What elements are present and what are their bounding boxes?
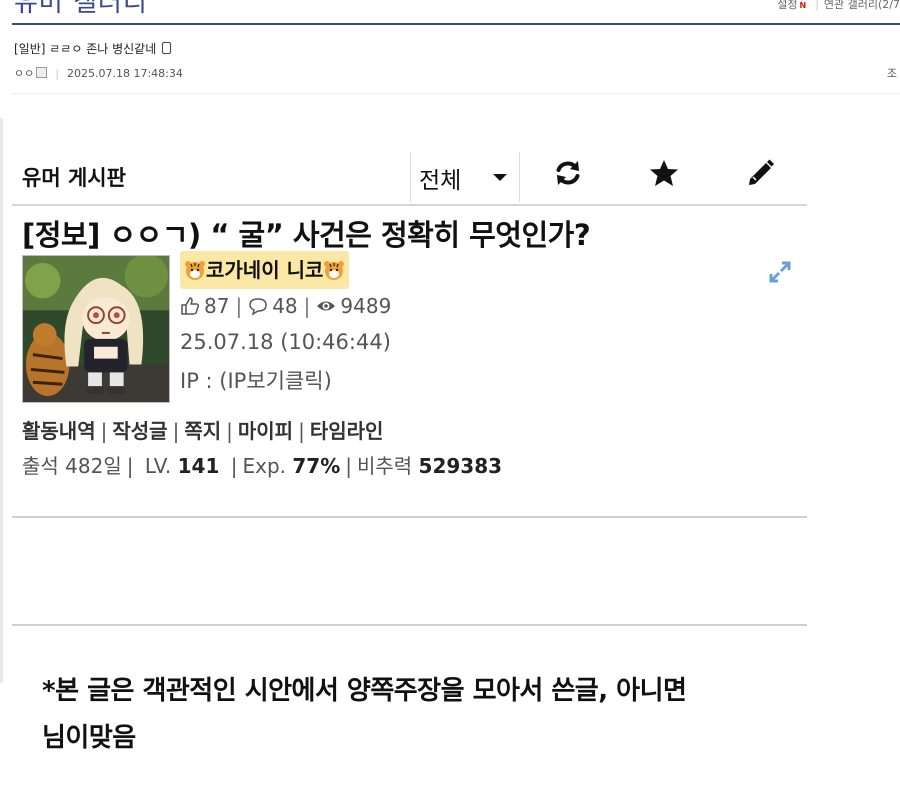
profile-avatar[interactable] bbox=[22, 255, 170, 403]
post-views-label: 조 bbox=[886, 67, 897, 80]
gallery-header: 유머 갤러리 설정 N | 연관 갤러리(2/7 bbox=[0, 0, 900, 24]
divider: | bbox=[172, 419, 180, 443]
divider: | bbox=[230, 454, 238, 478]
attendance: 출석 482일 bbox=[22, 454, 122, 478]
eye-icon bbox=[317, 301, 336, 311]
comment-count: 48 bbox=[272, 294, 298, 318]
recommend-label: 비추력 bbox=[356, 454, 413, 478]
post-meta: ㅇㅇ | 2025.07.18 17:48:34 bbox=[14, 65, 183, 81]
exp-value: 77% bbox=[292, 454, 341, 478]
post-title: [일반] ㄹㄹㅇ 존나 병신같네 bbox=[14, 40, 172, 57]
recommend-value: 529383 bbox=[418, 454, 503, 478]
settings-link[interactable]: 설정 bbox=[777, 0, 797, 11]
pencil-icon[interactable] bbox=[745, 158, 775, 188]
level-value: 141 bbox=[177, 454, 220, 478]
level-label: LV. bbox=[144, 454, 172, 478]
view-count: 9489 bbox=[340, 294, 392, 318]
profile-links: 활동내역 | 작성글 | 쪽지 | 마이피 | 타임라인 bbox=[22, 415, 383, 444]
mobile-icon bbox=[162, 42, 172, 54]
dropdown-selected: 전체 bbox=[419, 168, 462, 194]
tiger-icon bbox=[324, 261, 345, 280]
article-date: 25.07.18 (10:46:44) bbox=[180, 330, 391, 354]
user-type-icon bbox=[36, 67, 48, 78]
body-line: *본 글은 객관적인 시안에서 양쪽주장을 모아서 쓴글, 아니면 bbox=[42, 676, 687, 706]
header-divider bbox=[12, 23, 900, 25]
post-author[interactable]: ㅇㅇ bbox=[14, 67, 34, 80]
nickname-badge[interactable]: 코가네이 니코 bbox=[180, 251, 350, 289]
content-divider bbox=[12, 516, 807, 518]
post-datetime: 2025.07.18 17:48:34 bbox=[66, 67, 183, 80]
divider: | bbox=[126, 454, 134, 478]
board-name: 유머 게시판 bbox=[22, 166, 126, 190]
article-body: *본 글은 객관적인 시안에서 양쪽주장을 모아서 쓴글, 아니면 님이맞음 bbox=[42, 668, 802, 762]
comment-icon bbox=[249, 298, 267, 316]
divider: | bbox=[226, 419, 233, 443]
mypi-link[interactable]: 마이피 bbox=[238, 419, 293, 443]
divider: | bbox=[298, 419, 305, 443]
article-ip[interactable]: IP : (IP보기클릭) bbox=[180, 365, 332, 395]
content-divider bbox=[12, 624, 807, 626]
body-line: 님이맞음 bbox=[42, 723, 136, 753]
star-icon[interactable] bbox=[649, 158, 679, 188]
divider: | bbox=[303, 294, 311, 318]
nickname: 코가네이 니코 bbox=[206, 258, 324, 282]
like-count: 87 bbox=[204, 294, 230, 318]
divider: | bbox=[55, 67, 59, 80]
refresh-icon[interactable] bbox=[553, 158, 583, 188]
caret-down-icon bbox=[493, 174, 507, 181]
screenshot-edge bbox=[0, 118, 3, 683]
article-title: [정보] ㅇㅇㄱ) “ 굴” 사건은 정확히 무엇인가? bbox=[22, 218, 591, 252]
expand-icon[interactable] bbox=[768, 260, 792, 284]
meta-divider bbox=[12, 93, 900, 94]
article-stats: 87 | 48 | 9489 bbox=[180, 294, 391, 318]
tiger-icon bbox=[185, 261, 205, 280]
related-gallery-link[interactable]: 연관 갤러리(2/7 bbox=[824, 0, 900, 11]
activity-link[interactable]: 활동내역 bbox=[22, 419, 96, 443]
divider: | bbox=[235, 294, 243, 318]
category-dropdown[interactable]: 전체 bbox=[410, 152, 520, 202]
board-divider bbox=[12, 204, 807, 206]
user-level-info: 출석 482일 | LV. 141 | Exp. 77% | 비추력 529383 bbox=[22, 450, 502, 479]
message-link[interactable]: 쪽지 bbox=[184, 419, 221, 443]
exp-label: Exp. bbox=[242, 454, 286, 478]
timeline-link[interactable]: 타임라인 bbox=[310, 419, 384, 443]
posts-link[interactable]: 작성글 bbox=[112, 419, 167, 443]
thumbs-up-icon bbox=[181, 297, 200, 315]
new-badge: N bbox=[799, 1, 807, 10]
embedded-screenshot: 유머 게시판 전체 [정보] ㅇㅇㄱ) “ 굴” 사건은 정확히 무엇인가? 코… bbox=[0, 118, 820, 801]
divider: | bbox=[100, 419, 108, 443]
divider: | bbox=[345, 454, 352, 478]
header-links: 설정 N | 연관 갤러리(2/7 bbox=[777, 0, 900, 12]
gallery-title[interactable]: 유머 갤러리 bbox=[14, 0, 148, 19]
divider: | bbox=[815, 0, 819, 11]
post-title-text: [일반] ㄹㄹㅇ 존나 병신같네 bbox=[14, 42, 157, 56]
